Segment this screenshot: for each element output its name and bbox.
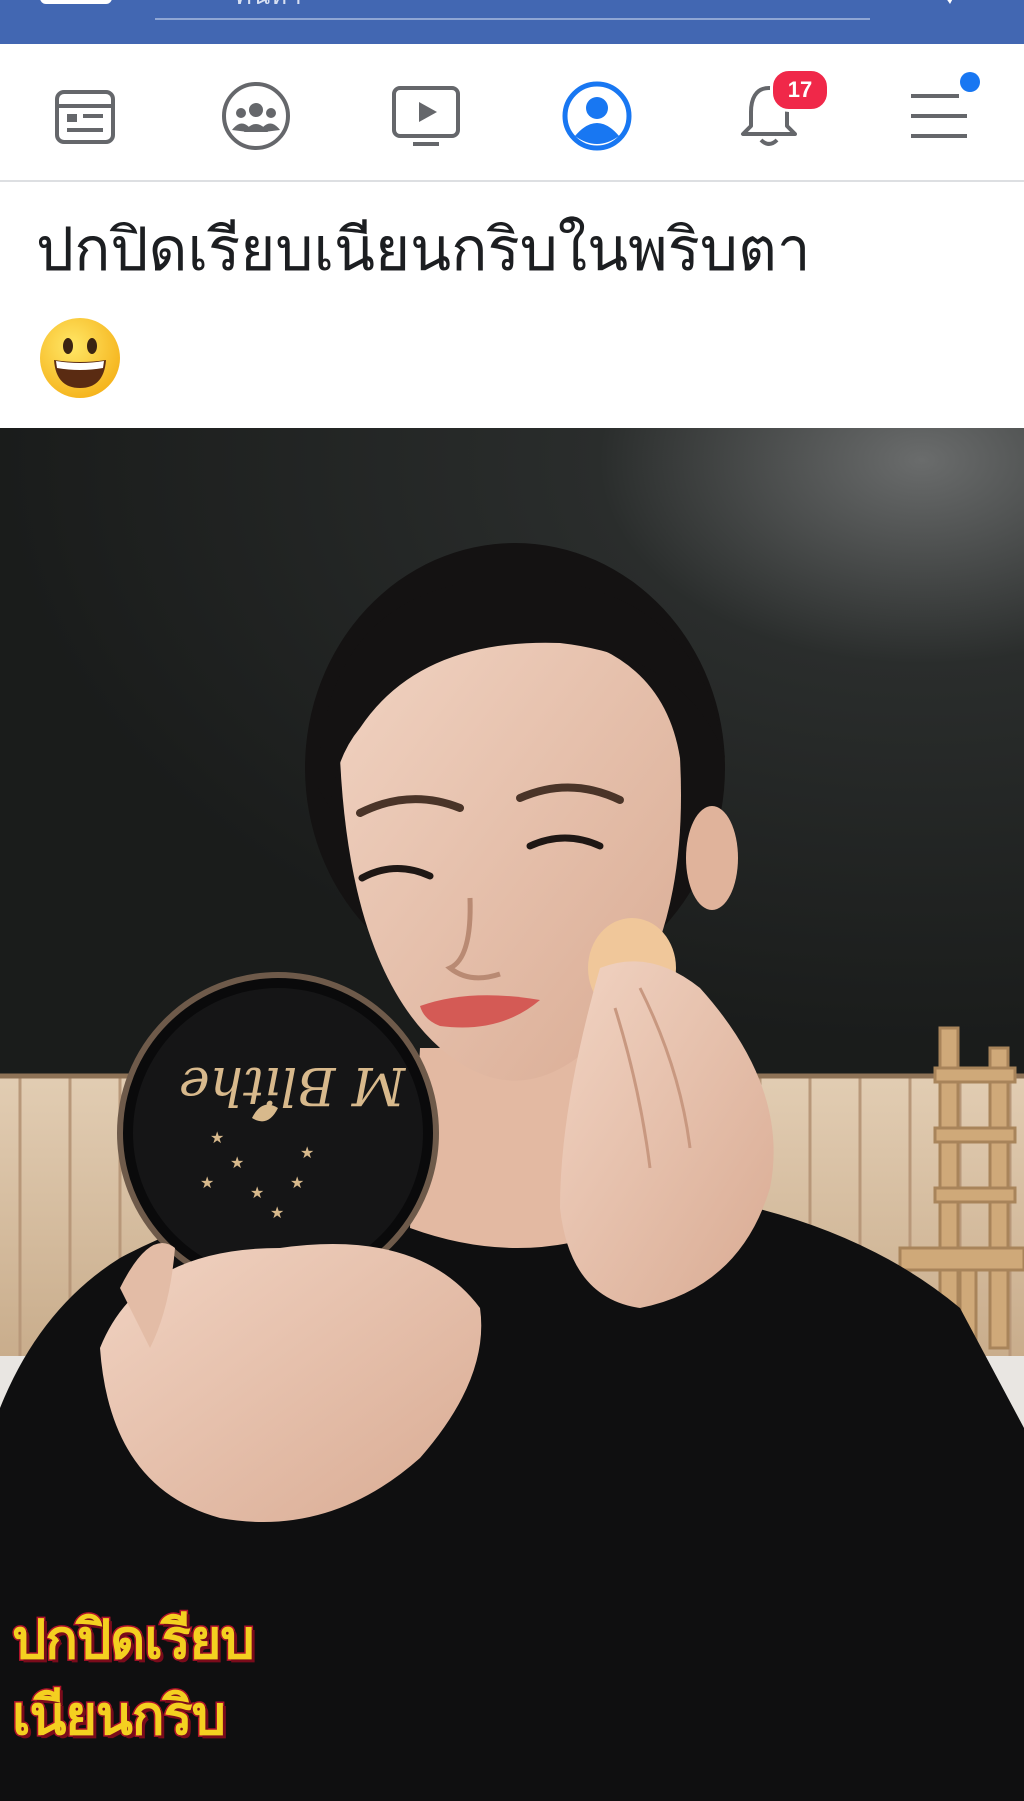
grinning-face-emoji [40,318,120,398]
back-icon[interactable] [40,0,112,4]
photo-illustration: M Blithe ★ ★ ★ ★ ★ ★ ★ [0,428,1024,1801]
search-placeholder: ค้นหา [235,0,415,8]
compact-logo: M Blithe [179,1055,406,1115]
tab-bar: 17 [0,44,1024,182]
svg-text:★: ★ [210,1128,224,1147]
messenger-icon[interactable] [928,0,968,8]
image-caption-line-1: ปกปิดเรียบ [11,1607,257,1673]
svg-text:★: ★ [230,1153,244,1172]
watch-icon [392,86,460,146]
tab-groups[interactable] [214,74,298,158]
profile-icon [562,81,632,151]
post-text: ปกปิดเรียบเนียนกริบในพริบตา [36,215,811,285]
tab-profile[interactable] [555,74,639,158]
tab-watch[interactable] [384,74,468,158]
svg-text:★: ★ [270,1203,284,1222]
menu-icon [911,94,967,138]
top-app-bar: ค้นหา [0,0,1024,44]
svg-text:★: ★ [300,1143,314,1162]
svg-text:★: ★ [290,1173,304,1192]
svg-text:★: ★ [200,1173,214,1192]
svg-text:★: ★ [250,1183,264,1202]
news-feed-icon [55,90,115,144]
image-caption-line-2: เนียนกริบ [11,1683,228,1749]
tab-news-feed[interactable] [43,74,127,158]
notification-count-badge: 17 [770,68,830,112]
menu-new-indicator [960,72,980,92]
post-photo[interactable]: M Blithe ★ ★ ★ ★ ★ ★ ★ ปกปิดเรียบ เนียนกริบ [0,428,1024,1801]
groups-icon [222,82,290,150]
